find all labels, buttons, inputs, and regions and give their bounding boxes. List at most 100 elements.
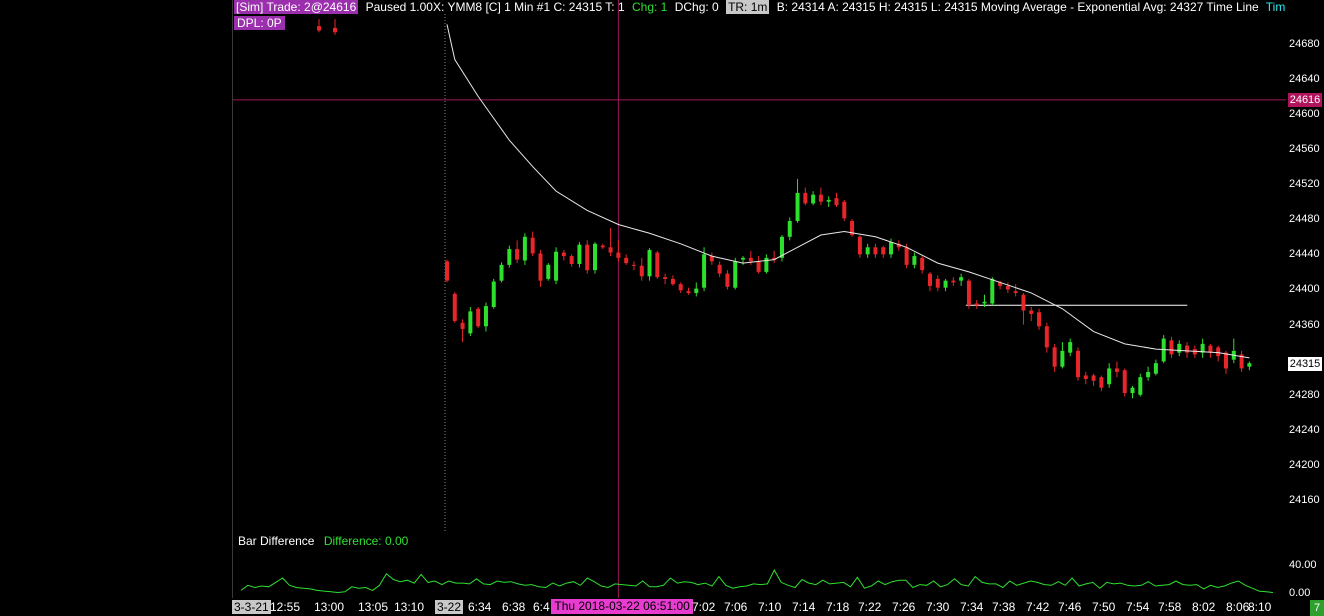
candle-body — [1224, 352, 1228, 369]
candle-body — [702, 254, 707, 288]
price-tick-label: 24360 — [1289, 318, 1320, 331]
time-tick-label: 8:02 — [1192, 600, 1216, 614]
candle-body — [818, 194, 823, 202]
candle-body — [865, 247, 870, 255]
candle-body — [1177, 343, 1182, 353]
candle-body — [1185, 345, 1190, 353]
candle-body — [857, 236, 862, 255]
moving-average-line — [446, 24, 1250, 359]
candle-body — [1114, 368, 1119, 372]
candle-body — [608, 247, 613, 253]
candle-body — [507, 249, 512, 265]
candle-body — [1005, 285, 1010, 290]
candle-body — [1029, 310, 1034, 315]
time-tick-label: 7:14 — [792, 600, 816, 614]
time-tick-label: 7:34 — [960, 600, 984, 614]
candle-body — [694, 288, 699, 293]
time-tick-label: 3-22 — [435, 600, 464, 614]
candle-body — [889, 242, 894, 255]
candle-body — [1075, 350, 1080, 378]
candle-body — [904, 247, 909, 265]
prior-candle-body — [333, 27, 337, 33]
candle-body — [631, 264, 636, 266]
change-value: Chg: 1 — [631, 0, 668, 14]
prior-candle-body — [317, 26, 321, 31]
candle-body — [538, 253, 543, 281]
time-tick-label: 7:02 — [692, 600, 716, 614]
candle-body — [1068, 342, 1073, 353]
crosshair-price-tag: 24616 — [1288, 92, 1322, 107]
candle-body — [554, 251, 559, 281]
price-tick-label: 24560 — [1289, 143, 1320, 156]
candle-body — [881, 247, 886, 255]
candle-body — [1247, 363, 1252, 367]
price-tick-label: 24600 — [1289, 107, 1320, 120]
candle-body — [1216, 347, 1221, 357]
candle-body — [927, 273, 932, 286]
candle-body — [787, 220, 792, 237]
indicator-group — [240, 569, 1274, 594]
price-axis[interactable]: 24616 24315 40.00 0.00 24680 24640 24600 24… — [1286, 0, 1324, 599]
daily-change-value: DChg: 0 — [674, 0, 719, 14]
chart-overlays — [233, 0, 1287, 598]
candle-body — [460, 322, 465, 329]
candle-body — [974, 303, 979, 306]
price-tick-label: 24680 — [1289, 37, 1320, 50]
candle-body — [982, 301, 987, 304]
time-tick-label: 7:18 — [826, 600, 850, 614]
candle-body — [943, 280, 948, 288]
candle-body — [756, 261, 761, 272]
chart-header: [Sim] Trade: 2@24616 Paused 1.00X: YMM8 … — [234, 0, 1324, 15]
candle-body — [1060, 350, 1065, 367]
candle-body — [624, 257, 629, 264]
candle-body — [678, 284, 683, 291]
last-price-tag: 24315 — [1288, 357, 1322, 372]
time-tick-label: 12:55 — [270, 600, 301, 614]
candle-body — [546, 264, 551, 279]
time-tick-label: 13:10 — [394, 600, 425, 614]
time-tick-label: 7:50 — [1092, 600, 1116, 614]
corner-badge[interactable]: 7 — [1310, 600, 1324, 616]
time-tick-label: 3-3-21 — [232, 600, 271, 614]
candle-body — [452, 293, 457, 322]
candle-body — [935, 278, 940, 288]
candle-body — [499, 264, 504, 281]
candle-body — [1208, 345, 1213, 353]
candle-body — [873, 247, 878, 255]
time-tick-label: 7:42 — [1026, 600, 1050, 614]
time-axis[interactable]: Thu 2018-03-22 06:51:00 3-3-21 12:55 13:00… — [232, 598, 1286, 616]
candle-body — [647, 249, 652, 277]
price-chart-svg[interactable] — [233, 0, 1287, 598]
price-tick-label: 24400 — [1289, 283, 1320, 296]
candle-body — [803, 192, 808, 204]
candle-body — [1013, 291, 1018, 293]
candle-body — [1122, 370, 1127, 394]
candle-body — [1146, 371, 1151, 378]
candle-body — [600, 245, 605, 248]
candle-body — [569, 256, 574, 264]
candle-body — [686, 291, 691, 293]
price-tick-label: 24640 — [1289, 72, 1320, 85]
candle-body — [491, 281, 496, 307]
dpl-badge[interactable]: DPL: 0P — [234, 16, 285, 30]
candle-body — [795, 192, 800, 221]
candle-body — [959, 277, 964, 281]
candle-body — [717, 264, 722, 274]
time-tick-label: 8:06 — [1226, 600, 1250, 614]
candle-body — [663, 277, 668, 279]
candle-body — [530, 237, 535, 254]
candle-body — [639, 265, 644, 277]
time-tick-label: 7:58 — [1158, 600, 1182, 614]
time-tick-label: 13:05 — [358, 600, 389, 614]
sim-trade-label[interactable]: [Sim] Trade: 2@24616 — [234, 0, 359, 14]
chart-panel[interactable] — [232, 0, 1287, 598]
price-tick-label: 24520 — [1289, 178, 1320, 191]
candle-body — [483, 306, 488, 327]
candle-body — [1169, 340, 1174, 355]
time-tick-label: 8:10 — [1248, 600, 1272, 614]
timeframe-button[interactable]: TR: 1m — [726, 0, 770, 14]
candle-body — [842, 201, 847, 219]
time-tick-label: 6:4 — [533, 600, 550, 614]
time-cursor-tag: Thu 2018-03-22 06:51:00 — [551, 599, 693, 614]
time-tick-label: 7:30 — [926, 600, 950, 614]
